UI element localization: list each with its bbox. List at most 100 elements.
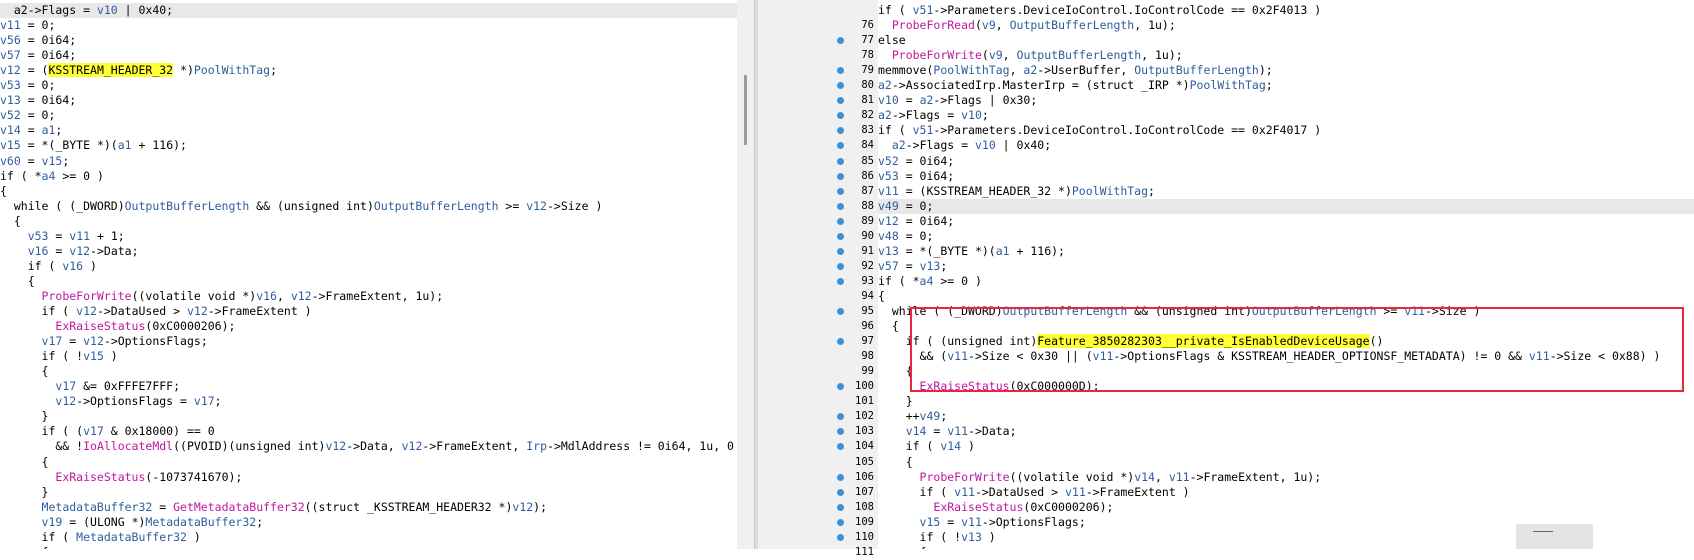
gutter-row[interactable]: 96 (830, 319, 878, 334)
identifier-token[interactable]: a1 (118, 138, 132, 152)
code-line[interactable]: } (0, 485, 49, 500)
identifier-token[interactable]: MetadataBuffer32 (42, 500, 153, 514)
identifier-token[interactable]: v12 (512, 500, 533, 514)
code-line[interactable]: ExRaiseStatus(0xC0000206); (0, 319, 235, 334)
identifier-token[interactable]: v12 (878, 214, 899, 228)
identifier-token[interactable]: v57 (0, 48, 21, 62)
code-line[interactable]: v49 = 0; (878, 199, 933, 214)
identifier-token[interactable]: a2 (920, 93, 934, 107)
gutter-row[interactable]: 105 (830, 455, 878, 470)
code-line[interactable]: v57 = v13; (878, 259, 947, 274)
code-line[interactable]: { (878, 364, 913, 379)
identifier-token[interactable]: v17 (55, 379, 76, 393)
identifier-token[interactable]: PoolWithTag (1072, 184, 1148, 198)
identifier-token[interactable]: v12 (325, 439, 346, 453)
breakpoint-dot-icon[interactable] (837, 202, 844, 210)
code-line[interactable]: v14 = v11->Data; (878, 424, 1017, 439)
code-line[interactable]: v13 = *(_BYTE *)(a1 + 116); (878, 244, 1065, 259)
function-token[interactable]: ExRaiseStatus (55, 319, 145, 333)
identifier-token[interactable]: OutputBufferLength (1134, 63, 1259, 77)
identifier-token[interactable]: v16 (256, 289, 277, 303)
breakpoint-dot-icon[interactable] (837, 473, 844, 481)
code-line[interactable]: v19 = (ULONG *)MetadataBuffer32; (0, 515, 264, 530)
code-line[interactable]: { (878, 545, 927, 549)
identifier-token[interactable]: v52 (878, 154, 899, 168)
code-line[interactable]: while ( (_DWORD)OutputBufferLength && (u… (0, 199, 603, 214)
identifier-token[interactable]: v12 (55, 394, 76, 408)
identifier-token[interactable]: OutputBufferLength (374, 199, 499, 213)
identifier-token[interactable]: v16 (62, 259, 83, 273)
gutter-row[interactable]: 79 (830, 63, 878, 78)
identifier-token[interactable]: v15 (920, 515, 941, 529)
identifier-token[interactable]: v17 (42, 334, 63, 348)
gutter-row[interactable]: 77 (830, 33, 878, 48)
identifier-token[interactable]: v17 (194, 394, 215, 408)
gutter-row[interactable]: 82 (830, 108, 878, 123)
breakpoint-dot-icon[interactable] (837, 338, 844, 346)
gutter-row[interactable]: 86 (830, 169, 878, 184)
code-line[interactable]: v15 = v11->OptionsFlags; (878, 515, 1086, 530)
gutter-row[interactable]: 95 (830, 304, 878, 319)
identifier-token[interactable]: v11 (961, 515, 982, 529)
identifier-token[interactable]: v11 (947, 424, 968, 438)
function-token[interactable]: ProbeForRead (892, 18, 975, 32)
breakpoint-dot-icon[interactable] (837, 443, 844, 451)
highlighted-token[interactable]: KSSTREAM_HEADER_32 (48, 63, 174, 78)
identifier-token[interactable]: a2 (878, 78, 892, 92)
code-line[interactable]: v17 &= 0xFFFE7FFF; (0, 379, 180, 394)
breakpoint-dot-icon[interactable] (837, 217, 844, 225)
identifier-token[interactable]: a4 (42, 169, 56, 183)
identifier-token[interactable]: v12 (83, 334, 104, 348)
code-line[interactable]: v53 = 0i64; (878, 169, 954, 184)
code-line[interactable]: v17 = v12->OptionsFlags; (0, 334, 208, 349)
gutter-row[interactable]: 85 (830, 154, 878, 169)
code-line[interactable]: if ( *a4 >= 0 ) (878, 274, 982, 289)
identifier-token[interactable]: PoolWithTag (933, 63, 1009, 77)
gutter-row[interactable]: 81 (830, 93, 878, 108)
identifier-token[interactable]: v12 (76, 304, 97, 318)
identifier-token[interactable]: a1 (996, 244, 1010, 258)
identifier-token[interactable]: v51 (913, 123, 934, 137)
code-line[interactable]: v11 = 0; (0, 18, 55, 33)
function-token[interactable]: ExRaiseStatus (55, 470, 145, 484)
code-line[interactable]: a2->AssociatedIrp.MasterIrp = (struct _I… (878, 78, 1273, 93)
identifier-token[interactable]: v13 (961, 530, 982, 544)
code-line[interactable]: ExRaiseStatus(0xC0000206); (878, 500, 1113, 515)
gutter-row[interactable]: 84 (830, 138, 878, 153)
line-number-gutter[interactable]: 76 77 78 79 80 81 82 83 84 85 86 87 88 89 90 91 92 93 94 95… (830, 0, 878, 558)
gutter-row[interactable]: 88 (830, 199, 878, 214)
identifier-token[interactable]: v11 (0, 18, 21, 32)
gutter-row[interactable]: 110 (830, 530, 878, 545)
gutter-row[interactable]: 78 (830, 48, 878, 63)
identifier-token[interactable]: v60 (0, 154, 21, 168)
breakpoint-dot-icon[interactable] (837, 518, 844, 526)
code-line[interactable]: if ( (v17 & 0x18000) == 0 (0, 424, 215, 439)
identifier-token[interactable]: v14 (940, 439, 961, 453)
breakpoint-dot-icon[interactable] (837, 277, 844, 285)
breakpoint-dot-icon[interactable] (837, 37, 844, 45)
breakpoint-dot-icon[interactable] (837, 82, 844, 90)
code-line[interactable]: a2->Flags = v10 | 0x40; (0, 3, 173, 18)
breakpoint-dot-icon[interactable] (837, 187, 844, 195)
identifier-token[interactable]: v53 (28, 229, 49, 243)
gutter-row[interactable]: 76 (830, 18, 878, 33)
code-line[interactable]: ProbeForRead(v9, OutputBufferLength, 1u)… (878, 18, 1176, 33)
identifier-token[interactable]: v11 (954, 485, 975, 499)
identifier-token[interactable]: v48 (878, 229, 899, 243)
gutter-row[interactable]: 99 (830, 364, 878, 379)
breakpoint-dot-icon[interactable] (837, 383, 844, 391)
gutter-row[interactable]: 107 (830, 485, 878, 500)
identifier-token[interactable]: v12 (526, 199, 547, 213)
code-line[interactable]: { (0, 455, 49, 470)
code-line[interactable]: if ( !v15 ) (0, 349, 118, 364)
identifier-token[interactable]: v16 (28, 244, 49, 258)
identifier-token[interactable]: v11 (1169, 470, 1190, 484)
gutter-row[interactable]: 93 (830, 274, 878, 289)
identifier-token[interactable]: v15 (83, 349, 104, 363)
identifier-token[interactable]: PoolWithTag (1190, 78, 1266, 92)
identifier-token[interactable]: OutputBufferLength (1010, 18, 1135, 32)
identifier-token[interactable]: v14 (1134, 470, 1155, 484)
function-token[interactable]: IoAllocateMdl (83, 439, 173, 453)
gutter-row[interactable]: 111 (830, 545, 878, 560)
code-line[interactable]: if ( v11->DataUsed > v11->FrameExtent ) (878, 485, 1190, 500)
